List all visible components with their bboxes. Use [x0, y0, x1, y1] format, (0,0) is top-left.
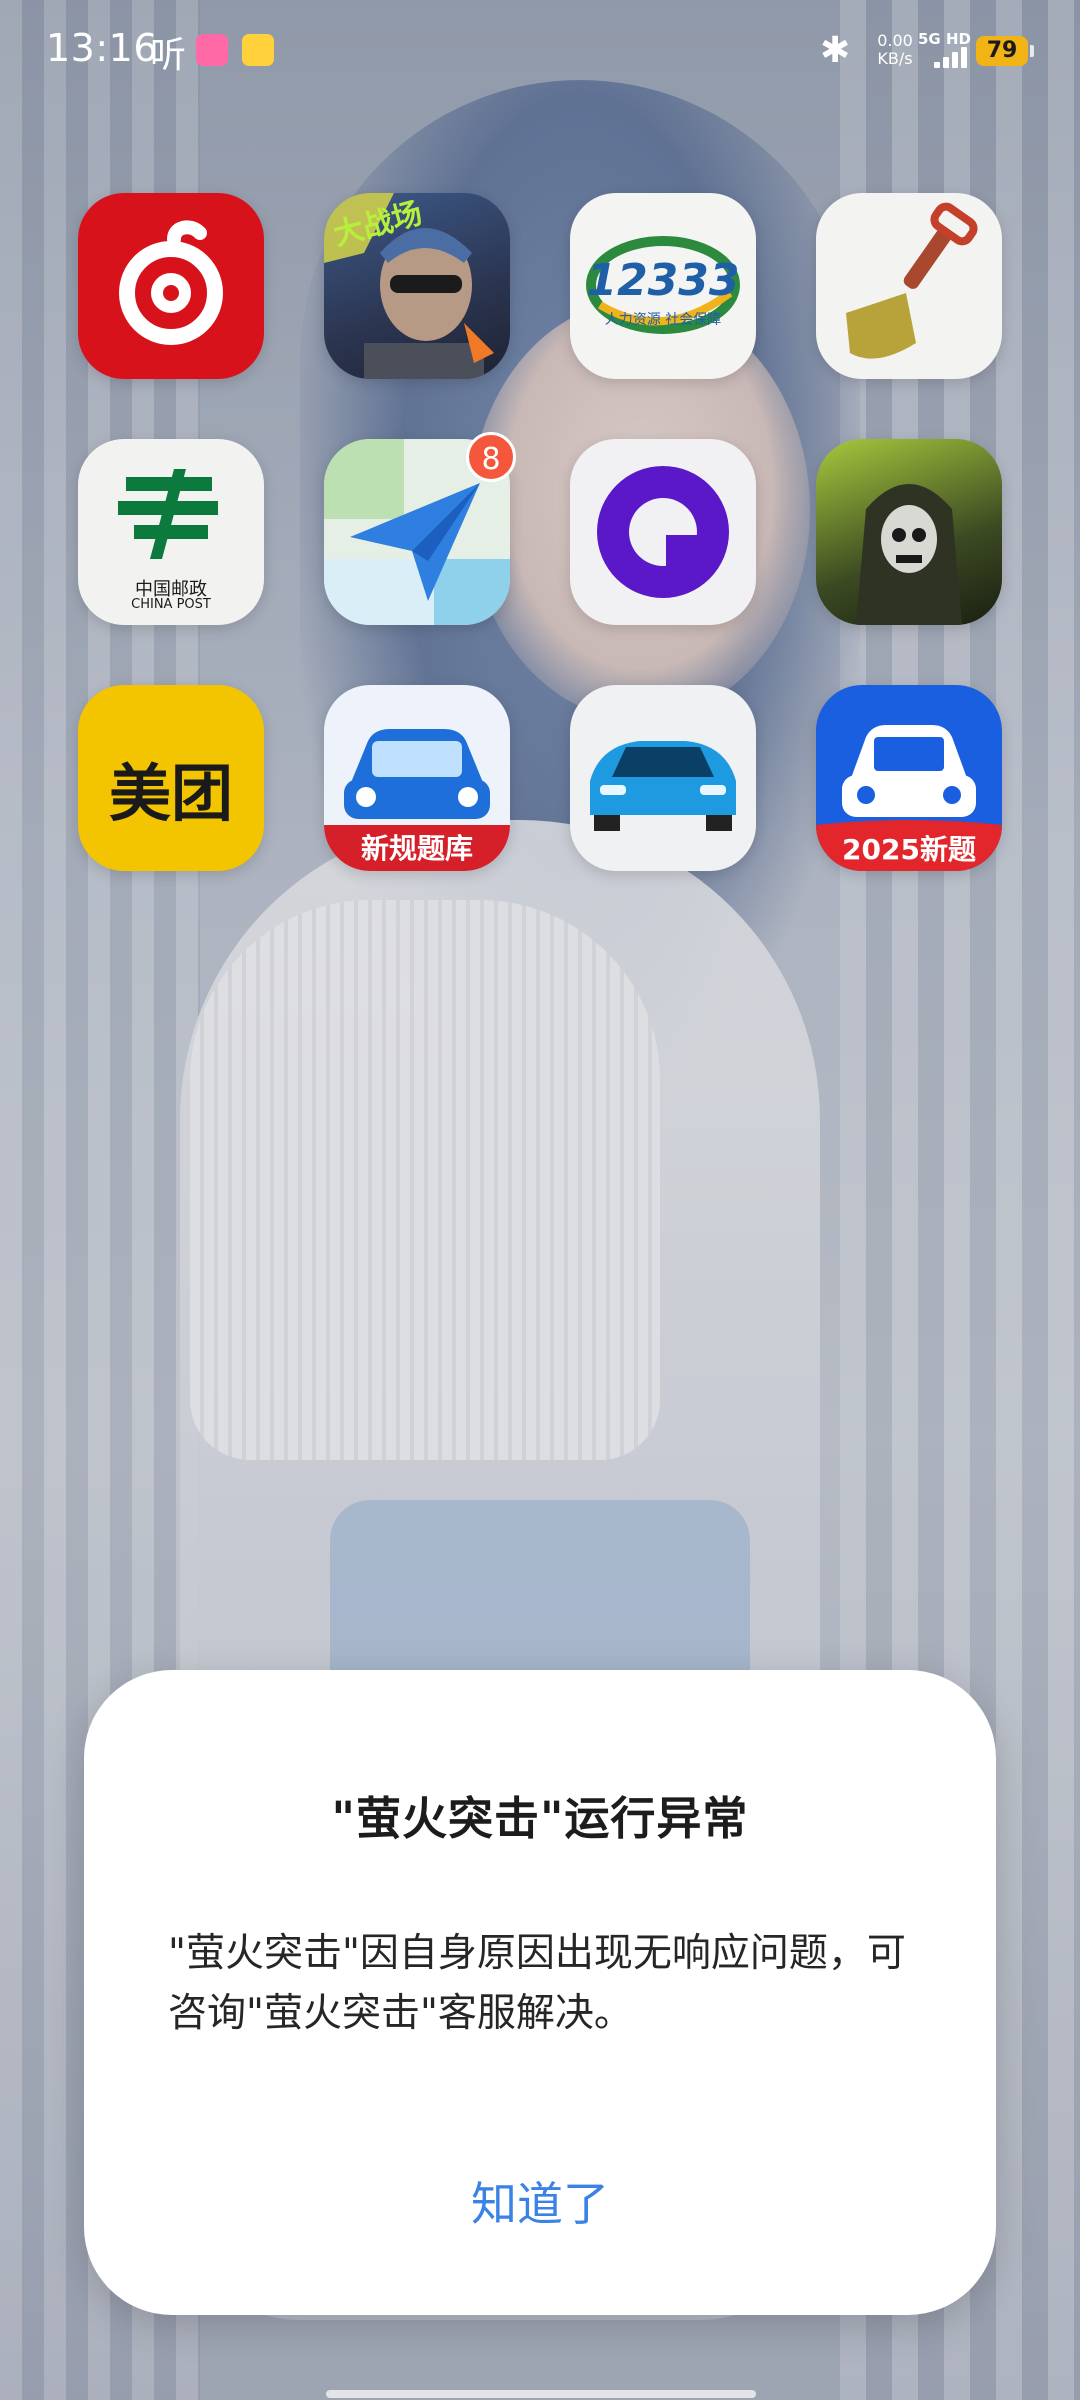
home-indicator[interactable] — [326, 2390, 756, 2398]
got-it-button[interactable]: 知道了 — [384, 2154, 696, 2254]
app-not-responding-dialog: "萤火突击"运行异常 "萤火突击"因自身原因出现无响应问题，可咨询"萤火突击"客… — [84, 1670, 996, 2315]
dialog-message: "萤火突击"因自身原因出现无响应问题，可咨询"萤火突击"客服解决。 — [168, 1931, 906, 2036]
dialog-title: "萤火突击"运行异常 — [331, 1792, 749, 1845]
home-screen: 13:16 听 ✱ 0.00 KB/s 5G HD 79 大战场 12333 人… — [0, 0, 1080, 2400]
